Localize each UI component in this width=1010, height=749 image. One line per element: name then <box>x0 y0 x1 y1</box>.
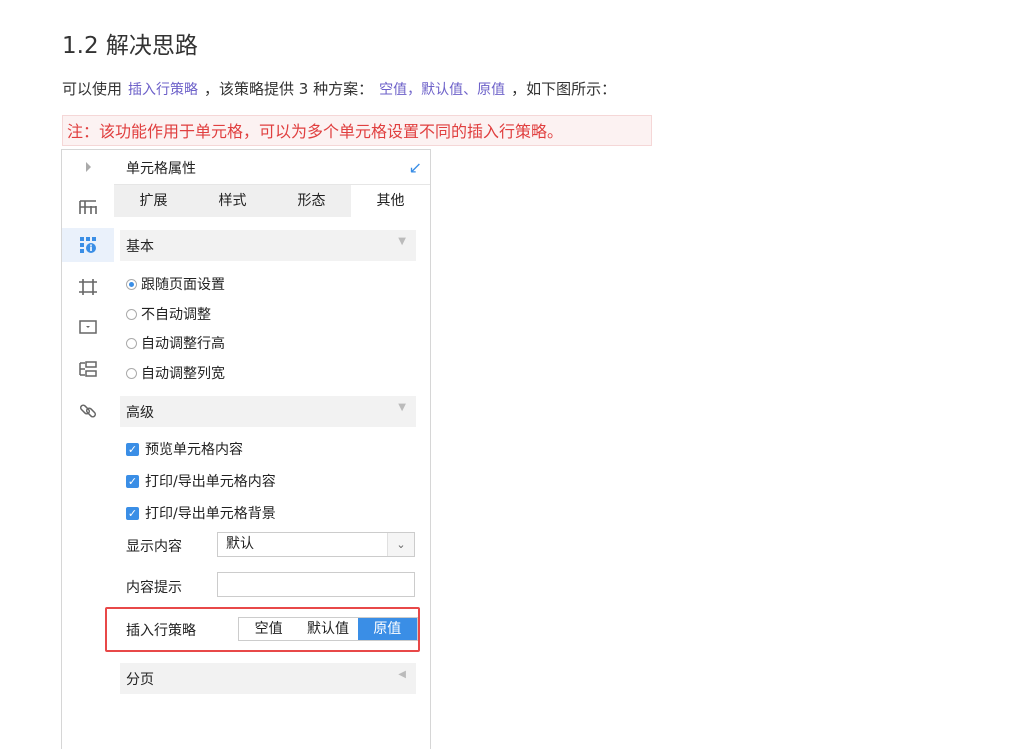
display-content-label: 显示内容 <box>126 539 182 555</box>
cell-attribute-icon[interactable] <box>62 228 114 262</box>
radio-icon <box>126 308 137 320</box>
note-callout: 注：该功能作用于单元格，可以为多个单元格设置不同的插入行策略。 <box>62 115 652 146</box>
tab-style[interactable]: 样式 <box>193 185 272 217</box>
cell-element-icon[interactable] <box>62 190 114 224</box>
paging-section-header[interactable]: 分页 ◀ <box>120 663 416 694</box>
cell-style-icon[interactable] <box>62 270 114 304</box>
panel-tabs: 扩展 样式 形态 其他 <box>114 185 430 217</box>
basic-section-label: 基本 <box>126 239 154 255</box>
radio-selected-icon <box>126 278 137 290</box>
display-content-value: 默认 <box>226 536 254 552</box>
radio-auto-col-width[interactable]: 自动调整列宽 <box>126 362 225 384</box>
advanced-section-header[interactable]: 高级 ▼ <box>120 396 416 427</box>
radio-label: 不自动调整 <box>141 307 211 323</box>
basic-section-header[interactable]: 基本 ▼ <box>120 230 416 261</box>
insert-policy-link[interactable]: 插入行策略 <box>122 82 204 98</box>
chevron-down-icon: ⌄ <box>387 533 414 556</box>
radio-icon <box>126 367 137 379</box>
option-empty-value[interactable]: 空值 <box>239 618 298 640</box>
checkbox-print-content[interactable]: ✓ 打印/导出单元格内容 <box>126 470 276 492</box>
panel-title: 单元格属性 <box>126 161 196 177</box>
intro-prefix: 可以使用 <box>62 80 123 98</box>
checkbox-checked-icon: ✓ <box>126 506 139 520</box>
radio-icon <box>126 337 137 349</box>
tab-extend[interactable]: 扩展 <box>114 185 193 217</box>
content-tip-input[interactable] <box>217 572 415 597</box>
section-heading: 1.2 解决思路 <box>62 33 198 59</box>
paging-section-label: 分页 <box>126 672 154 688</box>
widget-icon[interactable] <box>62 310 114 344</box>
advanced-section-label: 高级 <box>126 405 154 421</box>
radio-label: 自动调整列宽 <box>141 366 225 382</box>
insert-policy-segmented-control: 空值 默认值 原值 <box>238 617 418 641</box>
option-original-value[interactable]: 原值 <box>357 618 417 640</box>
radio-no-adjust[interactable]: 不自动调整 <box>126 303 211 325</box>
panel-header: 单元格属性 ↙ <box>114 150 430 185</box>
intro-paragraph: 可以使用 插入行策略 ，该策略提供 3 种方案： 空值，默认值、原值 ，如下图所示： <box>62 78 616 99</box>
condition-icon[interactable] <box>62 352 114 386</box>
option-default-value[interactable]: 默认值 <box>298 618 357 640</box>
checkbox-label: 打印/导出单元格背景 <box>145 506 276 522</box>
chevron-down-icon: ▼ <box>398 236 406 247</box>
checkbox-print-background[interactable]: ✓ 打印/导出单元格背景 <box>126 502 276 524</box>
intro-middle: ，该策略提供 3 种方案： <box>204 80 374 98</box>
tab-other[interactable]: 其他 <box>351 185 430 217</box>
radio-label: 跟随页面设置 <box>141 277 225 293</box>
policy-options-link[interactable]: 空值，默认值、原值 <box>373 82 511 98</box>
expand-arrow-icon[interactable] <box>62 150 114 184</box>
tab-form[interactable]: 形态 <box>272 185 351 217</box>
hyperlink-icon[interactable] <box>62 394 114 428</box>
chevron-left-icon: ◀ <box>398 669 406 680</box>
expand-panel-icon[interactable]: ↙ <box>409 158 422 177</box>
display-content-select[interactable]: 默认 ⌄ <box>217 532 415 557</box>
checkbox-checked-icon: ✓ <box>126 442 139 456</box>
content-tip-label: 内容提示 <box>126 580 182 596</box>
chevron-down-icon: ▼ <box>398 402 406 413</box>
radio-follow-page[interactable]: 跟随页面设置 <box>126 273 225 295</box>
checkbox-label: 打印/导出单元格内容 <box>145 474 276 490</box>
checkbox-checked-icon: ✓ <box>126 474 139 488</box>
checkbox-label: 预览单元格内容 <box>145 442 243 458</box>
vertical-toolbar <box>62 150 115 749</box>
checkbox-preview-content[interactable]: ✓ 预览单元格内容 <box>126 438 243 460</box>
cell-properties-panel: 单元格属性 ↙ 扩展 样式 形态 其他 基本 ▼ 跟随页面设置 不自动调整 自动… <box>61 149 431 749</box>
radio-auto-row-height[interactable]: 自动调整行高 <box>126 332 225 354</box>
insert-row-policy-label: 插入行策略 <box>126 623 196 639</box>
panel-content: 单元格属性 ↙ 扩展 样式 形态 其他 基本 ▼ 跟随页面设置 不自动调整 自动… <box>105 150 430 749</box>
radio-label: 自动调整行高 <box>141 336 225 352</box>
intro-suffix: ，如下图所示： <box>511 80 617 98</box>
